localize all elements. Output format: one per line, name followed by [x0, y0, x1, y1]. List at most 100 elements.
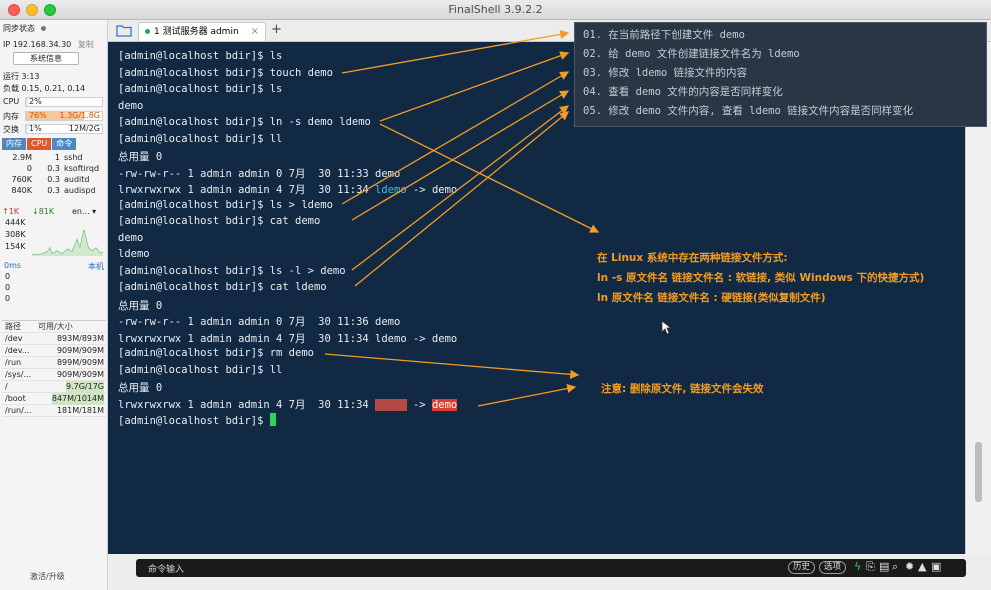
command-input-label: 命令输入: [148, 565, 185, 575]
disk-size-header: 可用/大小: [38, 322, 73, 331]
process-tab-command[interactable]: 命令: [52, 138, 77, 150]
window-title: FinalShell 3.9.2.2: [448, 3, 543, 16]
terminal-line: lrwxrwxrwx 1 admin admin 4 7月 30 11:34 l…: [118, 332, 458, 345]
process-cpu: 0.3: [47, 164, 60, 173]
load-average: 负载 0.15, 0.21, 0.14: [3, 84, 86, 93]
terminal-line: [admin@localhost bdir]$ ln -s demo ldemo: [118, 116, 371, 128]
process-command: sshd: [64, 153, 83, 162]
disk-size: 909M/909M: [56, 346, 104, 355]
terminal-text: -> demo: [406, 184, 458, 196]
command-input[interactable]: 命令输入 历史 选项 ϟ ⎘ ▤ ⌕ ✹ ▲ ▣: [136, 559, 966, 577]
network-scale-low: 154K: [5, 242, 26, 251]
activate-upgrade-link[interactable]: 激活/升级: [30, 571, 65, 582]
disk-path: /: [5, 382, 8, 391]
memory-percent: 76%: [29, 111, 47, 120]
process-tab-memory[interactable]: 内存: [2, 138, 26, 150]
process-row[interactable]: 0 0.3 ksoftirqd: [2, 163, 106, 174]
soft-link-note: ln -s 原文件名 链接文件名 : 软链接, 类似 Windows 下的快捷方…: [597, 272, 925, 284]
swap-bar-fill: [26, 125, 28, 133]
tab-session[interactable]: 1 测试服务器 admin ×: [138, 22, 266, 41]
cpu-bar-fill: [26, 98, 28, 106]
folder-icon[interactable]: [116, 24, 132, 37]
network-interface-select[interactable]: en... ▾: [72, 207, 96, 216]
terminal-line: [admin@localhost bdir]$ rm demo: [118, 347, 314, 359]
process-mem: 840K: [11, 186, 32, 195]
terminal-line: lrwxrwxrwx 1 admin admin 4 7月 30 11:34 l…: [118, 397, 458, 412]
tab-session-label: 1 测试服务器 admin: [154, 27, 239, 37]
disk-size: 9.7G/17G: [66, 381, 104, 393]
cpu-percent: 2%: [29, 97, 42, 106]
terminal-line: [admin@localhost bdir]$ ll: [118, 363, 283, 376]
step-note: 01. 在当前路径下创建文件 demo: [583, 29, 745, 41]
add-tab-icon[interactable]: +: [271, 22, 282, 37]
terminal-line: [admin@localhost bdir]$ cat ldemo: [118, 281, 327, 293]
process-command: ksoftirqd: [64, 164, 100, 173]
disk-row[interactable]: / 9.7G/17G: [2, 381, 106, 393]
terminal-line: [admin@localhost bdir]$ ls: [118, 50, 283, 62]
history-button[interactable]: 历史: [788, 561, 816, 574]
process-command: auditd: [64, 175, 90, 184]
disk-path: /dev...: [5, 346, 30, 355]
process-mem: 2.9M: [12, 153, 32, 162]
network-scale-mid: 308K: [5, 230, 26, 239]
disk-row[interactable]: /run/... 181M/181M: [2, 405, 106, 417]
disk-row[interactable]: /boot 847M/1014M: [2, 393, 106, 405]
disk-path: /run: [5, 358, 22, 367]
disk-row[interactable]: /dev 893M/893M: [2, 333, 106, 345]
network-graph: 444K 308K 154K: [2, 218, 104, 256]
link-types-note: 在 Linux 系统中存在两种链接文件方式:: [597, 252, 788, 264]
ip-address: IP 192.168.34.30: [3, 40, 72, 49]
terminal-line: [admin@localhost bdir]$ ll: [118, 132, 283, 145]
hard-link-note: ln 原文件名 链接文件名 : 硬链接(类似复制文件): [597, 292, 826, 304]
connected-status-dot-icon: [145, 29, 150, 34]
lightning-icon[interactable]: ϟ: [854, 560, 861, 573]
ping-value: 0: [5, 294, 11, 303]
process-row[interactable]: 760K 0.3 auditd: [2, 174, 106, 185]
terminal-text: [admin@localhost bdir]$: [118, 415, 270, 427]
terminal-line: [admin@localhost bdir]$: [118, 413, 276, 427]
sidebar: 同步状态 IP 192.168.34.30 复制 系统信息 运行 3:13 负载…: [0, 20, 108, 590]
network-header: ↑1K ↓81K en... ▾: [2, 207, 106, 217]
disk-size: 893M/893M: [56, 334, 104, 343]
copy-ip-link[interactable]: 复制: [78, 40, 94, 49]
scrollbar-thumb[interactable]: [975, 442, 982, 502]
disk-path: /run/...: [5, 406, 32, 415]
memory-label: 内存: [3, 112, 19, 121]
ip-row: IP 192.168.34.30 复制: [3, 39, 94, 50]
swap-percent: 1%: [29, 124, 42, 133]
terminal-line: [admin@localhost bdir]$ ls: [118, 83, 283, 95]
process-cpu: 0.3: [47, 175, 60, 184]
process-row[interactable]: 2.9M 1 sshd: [2, 152, 106, 163]
process-row[interactable]: 840K 0.3 audispd: [2, 185, 106, 196]
paste-icon[interactable]: ▤: [879, 560, 889, 573]
disk-size: 899M/909M: [56, 358, 104, 367]
upload-icon[interactable]: ▲: [918, 560, 926, 573]
terminal-line: -rw-rw-r-- 1 admin admin 0 7月 30 11:33 d…: [118, 167, 401, 180]
broken-symlink-name: ldemo: [375, 398, 407, 411]
system-info-button[interactable]: 系统信息: [13, 52, 79, 65]
ping-header: 0ms 本机: [2, 261, 106, 271]
options-button[interactable]: 选项: [819, 561, 847, 574]
disk-row[interactable]: /dev... 909M/909M: [2, 345, 106, 357]
process-tab-cpu[interactable]: CPU: [27, 138, 52, 150]
memory-value: 1.3G/1.8G: [59, 111, 100, 120]
disk-row[interactable]: /run 899M/909M: [2, 357, 106, 369]
delete-warning-note: 注意: 删除原文件, 链接文件会失效: [601, 383, 764, 395]
disk-path: /dev: [5, 334, 23, 343]
ping-host[interactable]: 本机: [88, 261, 104, 272]
swap-label: 交换: [3, 125, 19, 134]
terminal-line: [admin@localhost bdir]$ touch demo: [118, 66, 333, 79]
search-icon[interactable]: ⌕: [892, 560, 898, 574]
sync-status: 同步状态: [3, 23, 46, 34]
swap-value: 12M/2G: [68, 124, 100, 133]
copy-icon[interactable]: ⎘: [866, 560, 875, 574]
terminal-line: 总用量 0: [118, 299, 163, 312]
maximize-icon[interactable]: ▣: [931, 560, 941, 573]
disk-row[interactable]: /sys/... 909M/909M: [2, 369, 106, 381]
terminal-line: [admin@localhost bdir]$ ls > ldemo: [118, 198, 333, 211]
close-tab-icon[interactable]: ×: [251, 23, 259, 41]
process-tabs: 内存 CPU 命令: [2, 138, 106, 150]
terminal-text: lrwxrwxrwx 1 admin admin 4 7月 30 11:34: [118, 184, 376, 196]
network-scale-top: 444K: [5, 218, 26, 227]
gear-icon[interactable]: ✹: [905, 560, 914, 573]
